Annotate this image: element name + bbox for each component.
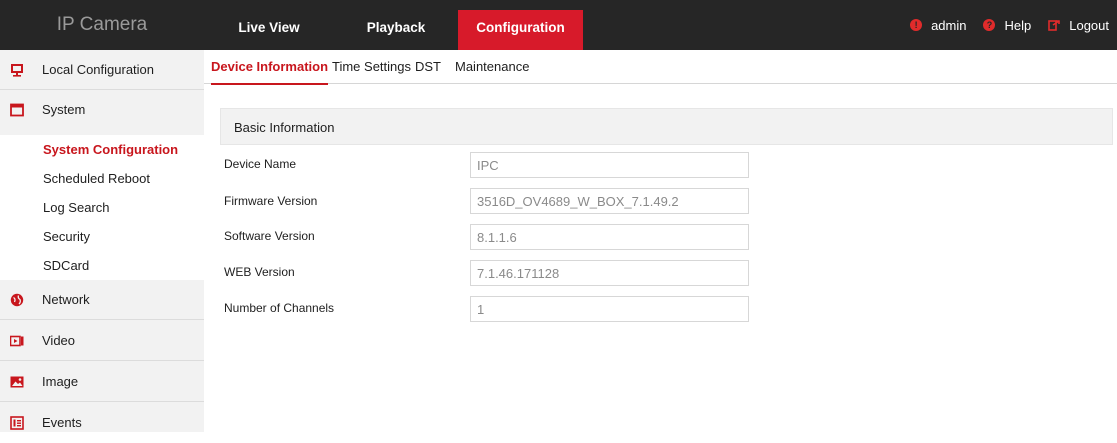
nav-live-view[interactable]: Live View — [204, 10, 334, 50]
sidebar-label: Video — [42, 333, 76, 348]
number-of-channels-field[interactable] — [470, 296, 749, 322]
admin-label: admin — [931, 17, 967, 33]
software-version-label: Software Version — [224, 229, 315, 243]
sidebar-label: Events — [42, 415, 82, 430]
video-icon — [10, 335, 24, 347]
submenu-sdcard[interactable]: SDCard — [43, 251, 89, 280]
device-name-field[interactable] — [470, 152, 749, 178]
tab-device-information[interactable]: Device Information — [211, 50, 329, 85]
monitor-icon — [11, 64, 23, 77]
firmware-version-field[interactable] — [470, 188, 749, 214]
sidebar-item-local-configuration[interactable]: Local Configuration — [0, 50, 204, 90]
sidebar-label: Local Configuration — [42, 62, 155, 77]
software-version-field[interactable] — [470, 224, 749, 250]
tab-maintenance[interactable]: Maintenance — [455, 50, 529, 84]
logout-link[interactable]: Logout — [1048, 18, 1109, 33]
help-icon: ? — [983, 19, 996, 31]
sidebar: Local Configuration System System Config… — [0, 50, 204, 432]
sidebar-label: Image — [42, 374, 79, 389]
firmware-version-label: Firmware Version — [224, 194, 318, 208]
device-name-label: Device Name — [224, 157, 297, 171]
sidebar-item-network[interactable]: Network — [0, 280, 204, 320]
panel-title: Basic Information — [234, 120, 335, 135]
brand-title: IP Camera — [56, 14, 148, 35]
user-links: ! admin ? Help Logout — [910, 0, 1117, 50]
help-link[interactable]: ? Help — [983, 18, 1031, 33]
help-label: Help — [1004, 17, 1032, 33]
network-globe-icon — [10, 293, 24, 307]
sidebar-label: Network — [42, 292, 90, 307]
sidebar-item-system[interactable]: System — [0, 90, 204, 130]
sidebar-item-image[interactable]: Image — [0, 362, 204, 402]
system-window-icon — [10, 103, 24, 117]
submenu-log-search[interactable]: Log Search — [43, 193, 110, 222]
sidebar-label: System — [42, 102, 86, 117]
number-of-channels-label: Number of Channels — [224, 301, 335, 315]
sidebar-item-video[interactable]: Video — [0, 321, 204, 361]
top-bar: IP Camera Live View Playback Configurati… — [0, 0, 1117, 50]
nav-playback[interactable]: Playback — [334, 10, 458, 50]
image-icon — [10, 376, 24, 388]
config-tabs: Device Information Time Settings DST Mai… — [204, 50, 1117, 85]
logout-label: Logout — [1069, 17, 1109, 33]
system-submenu: System Configuration Scheduled Reboot Lo… — [0, 135, 204, 280]
submenu-scheduled-reboot[interactable]: Scheduled Reboot — [43, 164, 150, 193]
basic-information-header: Basic Information — [220, 108, 1113, 145]
sidebar-item-events[interactable]: Events — [0, 403, 204, 443]
tab-dst[interactable]: DST — [415, 50, 441, 84]
tab-time-settings[interactable]: Time Settings — [332, 50, 411, 84]
nav-configuration[interactable]: Configuration — [458, 10, 583, 50]
user-icon: ! — [910, 19, 923, 31]
submenu-security[interactable]: Security — [43, 222, 90, 251]
events-icon — [10, 416, 24, 430]
logout-icon — [1048, 20, 1061, 31]
web-version-field[interactable] — [470, 260, 749, 286]
admin-link[interactable]: ! admin — [910, 18, 966, 33]
submenu-system-configuration[interactable]: System Configuration — [43, 135, 178, 164]
web-version-label: WEB Version — [224, 265, 295, 279]
